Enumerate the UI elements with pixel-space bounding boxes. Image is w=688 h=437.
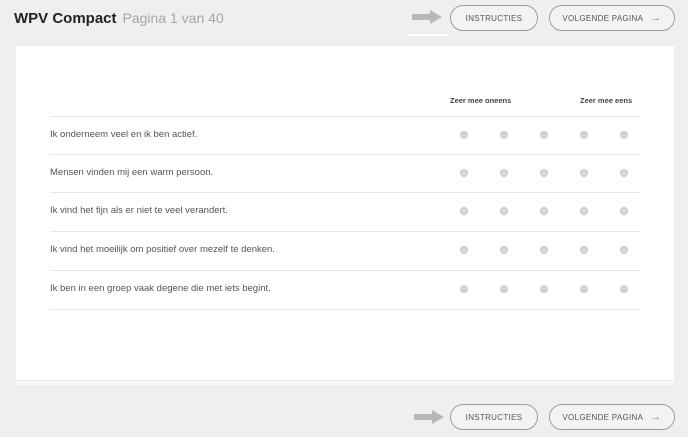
radio-option-2[interactable] xyxy=(500,285,508,293)
header-bar: WPV Compact Pagina 1 van 40 INSTRUCTIES V… xyxy=(0,0,688,44)
radio-option-2[interactable] xyxy=(500,207,508,215)
radio-option-3[interactable] xyxy=(540,207,548,215)
question-row: Mensen vinden mij een warm persoon. xyxy=(50,154,640,193)
question-row: Ik vind het moeilijk om positief over me… xyxy=(50,231,640,270)
radio-option-5[interactable] xyxy=(620,169,628,177)
question-row: Ik vind het fijn als er niet te veel ver… xyxy=(50,192,640,231)
question-row: Ik ben in een groep vaak degene die met … xyxy=(50,270,640,310)
radio-option-4[interactable] xyxy=(580,169,588,177)
question-text: Mensen vinden mij een warm persoon. xyxy=(50,167,214,178)
arrow-hint-icon xyxy=(412,10,442,24)
radio-option-4[interactable] xyxy=(580,207,588,215)
radio-option-5[interactable] xyxy=(620,207,628,215)
app-title: WPV Compact xyxy=(14,10,117,27)
scale-label-right: Zeer mee eens xyxy=(580,96,633,105)
radio-option-1[interactable] xyxy=(460,246,468,254)
radio-option-2[interactable] xyxy=(500,169,508,177)
radio-option-1[interactable] xyxy=(460,169,468,177)
radio-option-3[interactable] xyxy=(540,285,548,293)
radio-option-5[interactable] xyxy=(620,246,628,254)
page-indicator: Pagina 1 van 40 xyxy=(122,10,224,26)
radio-option-2[interactable] xyxy=(500,131,508,139)
arrow-right-icon: → xyxy=(650,411,662,423)
radio-option-3[interactable] xyxy=(540,169,548,177)
radio-option-5[interactable] xyxy=(620,285,628,293)
radio-option-3[interactable] xyxy=(540,131,548,139)
question-text: Ik vind het moeilijk om positief over me… xyxy=(50,244,275,255)
radio-option-5[interactable] xyxy=(620,131,628,139)
card-footer-edge xyxy=(16,380,674,385)
next-page-button-label: VOLGENDE PAGINA xyxy=(562,412,644,422)
instructions-button-label: INSTRUCTIES xyxy=(465,412,523,422)
arrow-hint-icon xyxy=(414,410,444,424)
next-page-button-bottom[interactable]: VOLGENDE PAGINA → xyxy=(549,404,675,430)
question-text: Ik ben in een groep vaak degene die met … xyxy=(50,283,271,294)
question-text: Ik vind het fijn als er niet te veel ver… xyxy=(50,205,228,216)
instructions-button-label: INSTRUCTIES xyxy=(465,13,523,23)
instructions-button-bottom[interactable]: INSTRUCTIES xyxy=(450,404,538,430)
instructions-button-top[interactable]: INSTRUCTIES xyxy=(450,5,538,31)
radio-option-2[interactable] xyxy=(500,246,508,254)
question-row: Ik onderneem veel en ik ben actief. xyxy=(50,116,640,155)
next-page-button-top[interactable]: VOLGENDE PAGINA → xyxy=(549,5,675,31)
radio-option-1[interactable] xyxy=(460,285,468,293)
radio-option-1[interactable] xyxy=(460,131,468,139)
radio-option-3[interactable] xyxy=(540,246,548,254)
arrow-right-icon: → xyxy=(650,12,662,24)
next-page-button-label: VOLGENDE PAGINA xyxy=(562,13,644,23)
radio-option-4[interactable] xyxy=(580,285,588,293)
radio-option-4[interactable] xyxy=(580,246,588,254)
radio-option-4[interactable] xyxy=(580,131,588,139)
question-text: Ik onderneem veel en ik ben actief. xyxy=(50,129,198,140)
page-title: WPV Compact Pagina 1 van 40 xyxy=(14,9,224,28)
hint-underline xyxy=(408,34,448,36)
scale-label-left: Zeer mee oneens xyxy=(450,96,512,105)
radio-option-1[interactable] xyxy=(460,207,468,215)
